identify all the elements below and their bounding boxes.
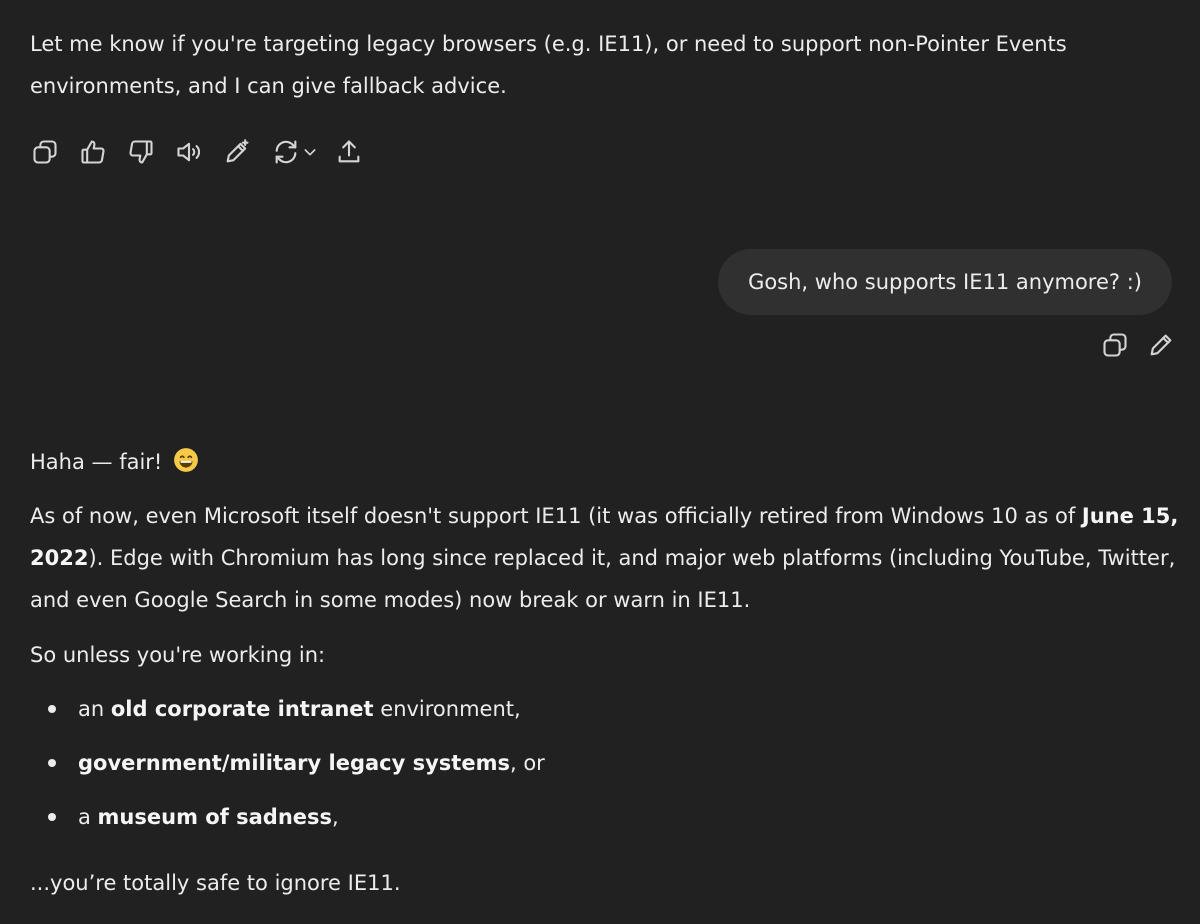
assistant-closing: ...you’re totally safe to ignore IE11.	[30, 871, 401, 895]
list-item-bold: museum of sadness	[97, 805, 333, 829]
edit-user-message-button[interactable]	[1146, 330, 1176, 360]
bullet-dot	[48, 813, 56, 821]
copy-icon	[33, 140, 57, 164]
assistant-message-text: Let me know if you're targeting legacy b…	[30, 32, 1067, 98]
read-aloud-icon	[177, 142, 201, 162]
user-message-text: Gosh, who supports IE11 anymore? :)	[748, 270, 1142, 294]
thumbs-down-button[interactable]	[126, 137, 156, 167]
user-message-actions	[1084, 330, 1176, 360]
message-toolbar	[30, 136, 382, 168]
list-item: government/military legacy systems, or	[30, 738, 545, 792]
paragraph-text: ). Edge with Chromium has long since rep…	[30, 546, 1176, 612]
list-item-text: , or	[509, 751, 545, 775]
list-item: a museum of sadness,	[30, 792, 545, 846]
edit-icon	[1150, 334, 1172, 356]
list-item-text: ,	[332, 805, 339, 829]
bullet-dot	[48, 759, 56, 767]
bullet-dot	[48, 705, 56, 713]
copy-icon	[1103, 333, 1127, 357]
thumbs-up-icon	[81, 140, 105, 164]
thumbs-up-button[interactable]	[78, 137, 108, 167]
assistant-paragraph-2: So unless you're working in:	[30, 643, 326, 667]
edit-in-canvas-icon	[226, 139, 249, 163]
list-item-text: an	[78, 697, 111, 721]
grinning-face-emoji	[174, 448, 198, 472]
copy-button[interactable]	[30, 137, 60, 167]
thumbs-down-icon	[129, 140, 153, 164]
list-item-bold: old corporate intranet	[110, 697, 374, 721]
list-item: an old corporate intranet environment,	[30, 684, 545, 738]
list-item-text: environment,	[373, 697, 521, 721]
list-item-bold: government/military legacy systems	[78, 751, 510, 775]
bullet-list: an old corporate intranet environment, g…	[30, 684, 545, 846]
list-item-text: a	[78, 805, 98, 829]
edit-in-canvas-button[interactable]	[222, 137, 252, 167]
share-button[interactable]	[334, 137, 364, 167]
regenerate-icon	[275, 140, 297, 164]
chevron-down-icon	[304, 149, 316, 156]
regenerate-button[interactable]	[270, 137, 320, 167]
assistant-paragraph-1: As of now, even Microsoft itself doesn't…	[30, 495, 1180, 621]
read-aloud-button[interactable]	[174, 137, 204, 167]
share-icon	[338, 140, 360, 163]
user-message-bubble: Gosh, who supports IE11 anymore? :)	[718, 249, 1172, 315]
assistant-greeting: Haha — fair!	[30, 441, 199, 483]
greeting-text: Haha — fair!	[30, 450, 163, 474]
copy-user-message-button[interactable]	[1100, 330, 1130, 360]
paragraph-text: As of now, even Microsoft itself doesn't…	[30, 504, 1082, 528]
